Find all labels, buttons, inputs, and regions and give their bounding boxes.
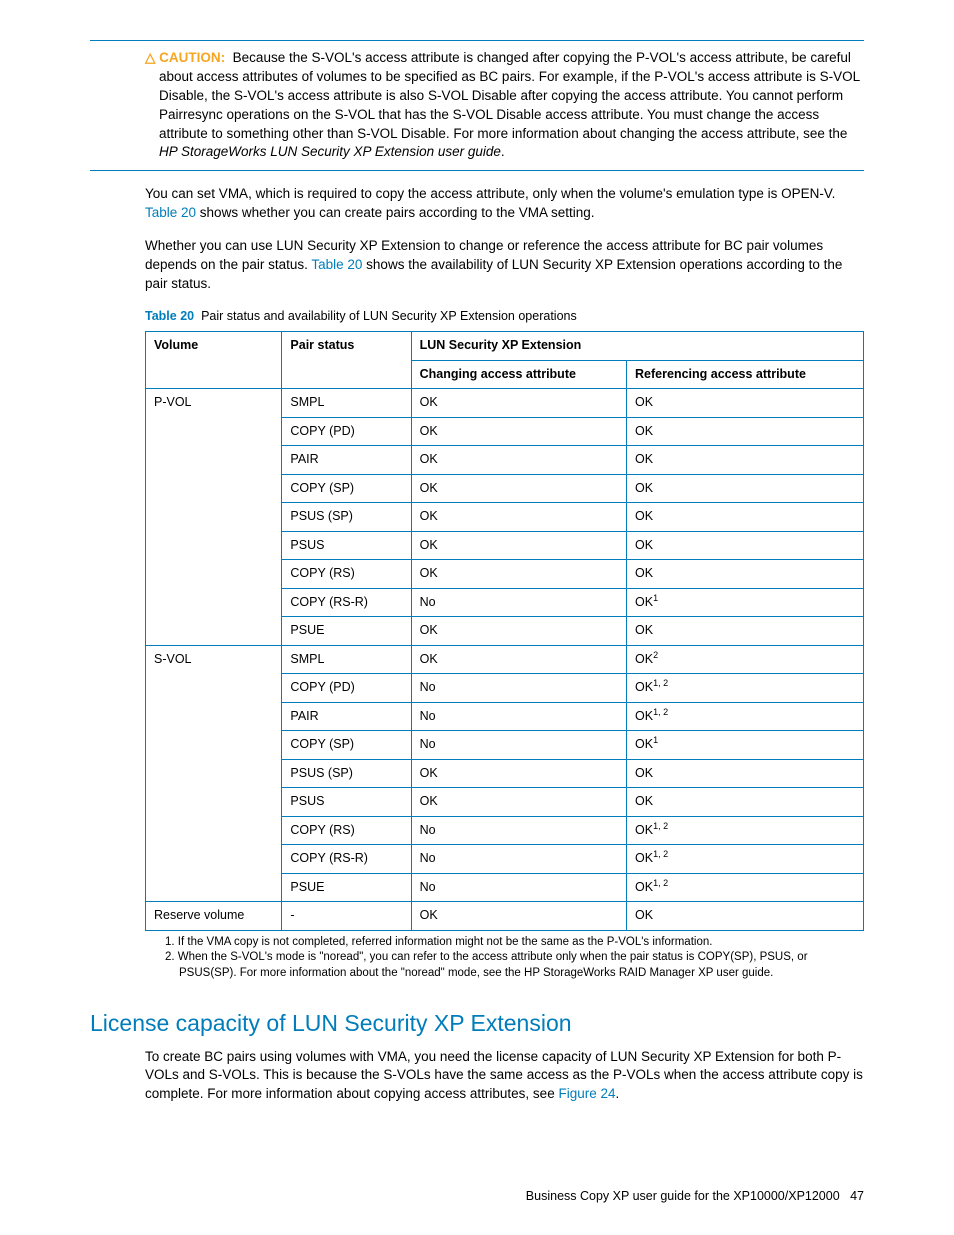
cell-pair-status: PSUS (SP) [282,503,411,532]
cell-pair-status: - [282,902,411,931]
table-row: S-VOLSMPLOKOK2 [146,645,864,674]
th-volume: Volume [146,332,282,389]
cell-referencing: OK [627,474,864,503]
cell-referencing: OK [627,417,864,446]
cell-pair-status: PSUE [282,617,411,646]
cell-changing: OK [411,788,626,817]
cell-referencing: OK1 [627,588,864,617]
cell-referencing: OK [627,788,864,817]
cell-referencing: OK1, 2 [627,845,864,874]
cell-changing: OK [411,446,626,475]
cell-changing: No [411,588,626,617]
link-table20-b[interactable]: Table 20 [311,257,362,272]
th-referencing: Referencing access attribute [627,360,864,389]
link-table20-a[interactable]: Table 20 [145,205,196,220]
cell-referencing: OK [627,617,864,646]
para1-a: You can set VMA, which is required to co… [145,186,835,201]
cell-pair-status: COPY (PD) [282,674,411,703]
cell-pair-status: PSUS (SP) [282,759,411,788]
section-paragraph: To create BC pairs using volumes with VM… [145,1048,864,1105]
caution-icon: △ [145,50,155,65]
link-figure24[interactable]: Figure 24 [558,1086,615,1101]
page-footer: Business Copy XP user guide for the XP10… [526,1188,864,1206]
cell-changing: No [411,873,626,902]
footer-page: 47 [850,1189,864,1203]
th-changing: Changing access attribute [411,360,626,389]
cell-pair-status: PAIR [282,702,411,731]
paragraph-lun: Whether you can use LUN Security XP Exte… [145,237,864,294]
cell-changing: OK [411,617,626,646]
table-caption-label: Table 20 [145,309,194,323]
footnotes: 1. If the VMA copy is not completed, ref… [165,935,864,982]
cell-pair-status: COPY (RS-R) [282,588,411,617]
cell-changing: OK [411,531,626,560]
section-heading: License capacity of LUN Security XP Exte… [90,1007,864,1039]
th-pair-status: Pair status [282,332,411,389]
cell-pair-status: COPY (RS-R) [282,845,411,874]
cell-pair-status: PAIR [282,446,411,475]
caution-label: CAUTION: [159,50,225,65]
cell-referencing: OK2 [627,645,864,674]
cell-changing: OK [411,503,626,532]
th-lun-group: LUN Security XP Extension [411,332,863,361]
cell-referencing: OK [627,759,864,788]
caution-body: Because the S-VOL's access attribute is … [159,50,860,141]
cell-volume: Reserve volume [146,902,282,931]
cell-referencing: OK1, 2 [627,674,864,703]
footnote-1: 1. If the VMA copy is not completed, ref… [165,935,864,951]
cell-changing: OK [411,417,626,446]
cell-referencing: OK1 [627,731,864,760]
table-caption-text: Pair status and availability of LUN Secu… [201,309,577,323]
caution-ref: HP StorageWorks LUN Security XP Extensio… [159,144,501,159]
cell-pair-status: PSUS [282,788,411,817]
cell-changing: No [411,816,626,845]
cell-changing: No [411,845,626,874]
cell-referencing: OK1, 2 [627,816,864,845]
cell-pair-status: PSUE [282,873,411,902]
cell-pair-status: COPY (RS) [282,560,411,589]
cell-changing: OK [411,474,626,503]
cell-referencing: OK [627,446,864,475]
cell-pair-status: COPY (SP) [282,731,411,760]
cell-referencing: OK [627,560,864,589]
cell-pair-status: SMPL [282,645,411,674]
cell-pair-status: COPY (RS) [282,816,411,845]
cell-referencing: OK [627,902,864,931]
footer-title: Business Copy XP user guide for the XP10… [526,1189,840,1203]
caution-rule-top [90,40,864,41]
cell-changing: OK [411,902,626,931]
cell-changing: OK [411,645,626,674]
cell-referencing: OK [627,531,864,560]
para1-b: shows whether you can create pairs accor… [196,205,594,220]
cell-changing: OK [411,389,626,418]
section-para-a: To create BC pairs using volumes with VM… [145,1049,863,1102]
cell-referencing: OK1, 2 [627,702,864,731]
cell-changing: OK [411,759,626,788]
footnote-2: 2. When the S-VOL's mode is "noread", yo… [165,950,864,981]
cell-pair-status: SMPL [282,389,411,418]
cell-volume: P-VOL [146,389,282,646]
cell-changing: OK [411,560,626,589]
section-para-b: . [616,1086,620,1101]
table-row: Reserve volume-OKOK [146,902,864,931]
paragraph-vma: You can set VMA, which is required to co… [145,185,864,223]
table-row: P-VOLSMPLOKOK [146,389,864,418]
cell-pair-status: PSUS [282,531,411,560]
cell-changing: No [411,674,626,703]
caution-block: △ CAUTION: Because the S-VOL's access at… [145,49,864,162]
cell-referencing: OK [627,503,864,532]
cell-pair-status: COPY (PD) [282,417,411,446]
cell-referencing: OK [627,389,864,418]
cell-changing: No [411,702,626,731]
cell-changing: No [411,731,626,760]
table-caption: Table 20 Pair status and availability of… [145,308,864,326]
caution-rule-bottom [90,170,864,171]
cell-volume: S-VOL [146,645,282,902]
pair-status-table: Volume Pair status LUN Security XP Exten… [145,331,864,931]
cell-referencing: OK1, 2 [627,873,864,902]
cell-pair-status: COPY (SP) [282,474,411,503]
